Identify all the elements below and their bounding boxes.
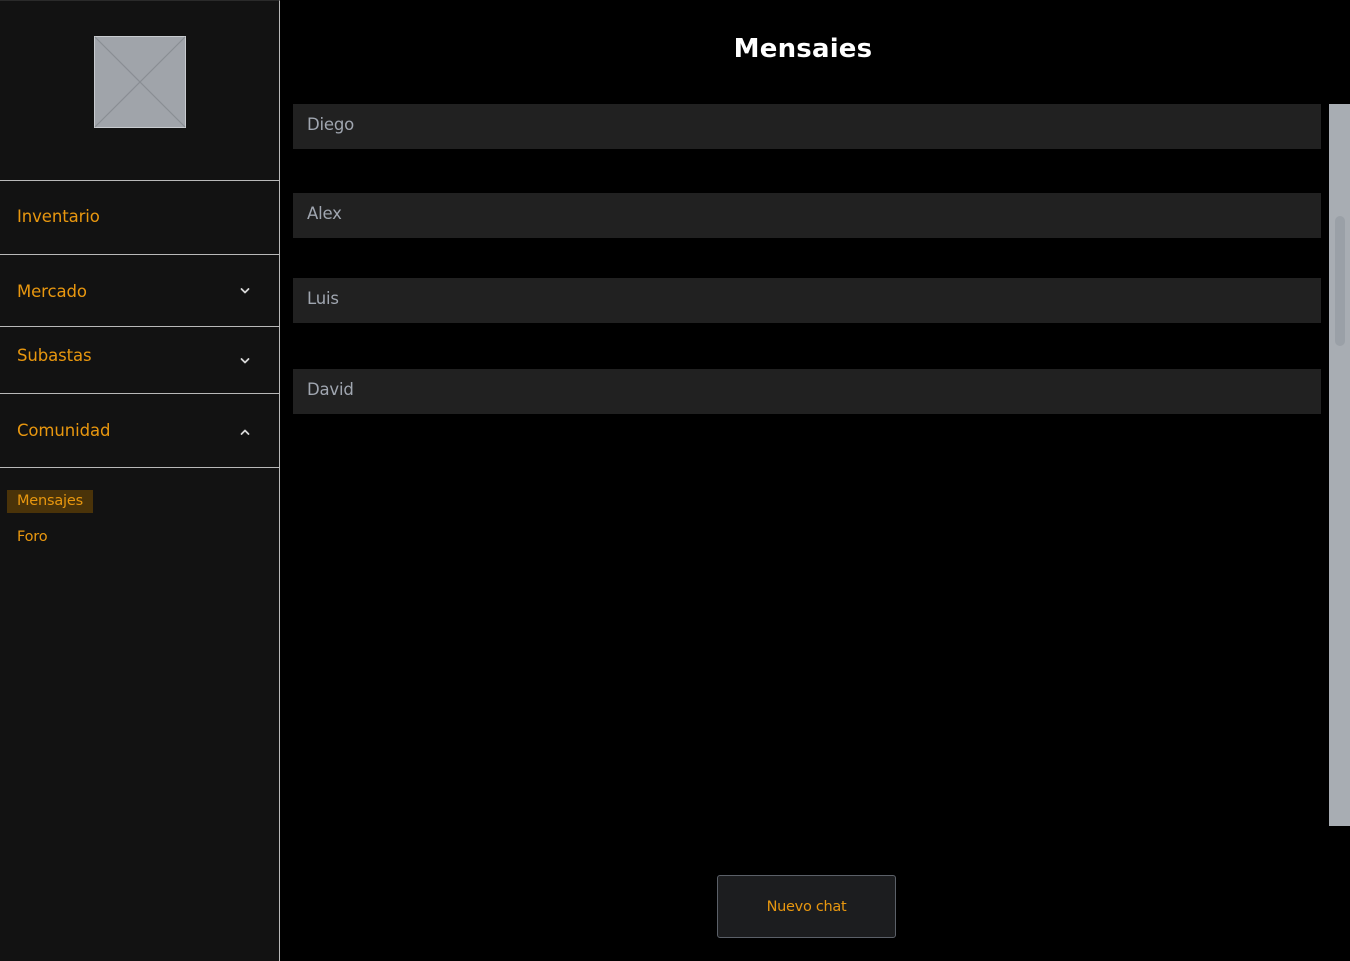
chat-list-item[interactable]: David bbox=[293, 369, 1321, 414]
chevron-up-icon bbox=[240, 429, 250, 435]
new-chat-button[interactable]: Nuevo chat bbox=[717, 875, 896, 938]
chevron-down-icon bbox=[240, 288, 250, 294]
chat-name: Diego bbox=[307, 115, 355, 134]
chevron-down-icon bbox=[240, 358, 250, 364]
app-page: Inventario Mercado Subastas Comunidad Me… bbox=[0, 0, 1350, 961]
sidebar-item-comunidad[interactable]: Comunidad bbox=[0, 393, 279, 467]
chat-name: David bbox=[307, 380, 354, 399]
page-title: Mensaies bbox=[733, 34, 873, 64]
sidebar-item-inventario[interactable]: Inventario bbox=[0, 180, 279, 254]
sidebar-item-label: Subastas bbox=[17, 346, 92, 365]
chat-list-item[interactable]: Luis bbox=[293, 278, 1321, 323]
scrollbar-track[interactable] bbox=[1329, 104, 1350, 826]
chat-list-item[interactable]: Diego bbox=[293, 104, 1321, 149]
sidebar-item-label: Mercado bbox=[17, 282, 87, 301]
scrollbar-thumb[interactable] bbox=[1335, 216, 1345, 346]
sidebar-item-label: Comunidad bbox=[17, 421, 111, 440]
sidebar-item-label: Inventario bbox=[17, 207, 100, 226]
image-placeholder-icon bbox=[94, 36, 186, 128]
sidebar-item-subastas[interactable]: Subastas bbox=[0, 326, 279, 393]
sidebar-item-mercado[interactable]: Mercado bbox=[0, 254, 279, 326]
sidebar-divider bbox=[0, 467, 279, 468]
chat-name: Alex bbox=[307, 204, 342, 223]
sidebar-subitem-foro[interactable]: Foro bbox=[17, 529, 48, 545]
chat-list-item[interactable]: Alex bbox=[293, 193, 1321, 238]
sidebar-subitem-mensajes[interactable]: Mensajes bbox=[7, 490, 93, 513]
sidebar: Inventario Mercado Subastas Comunidad Me… bbox=[0, 0, 280, 961]
chat-name: Luis bbox=[307, 289, 339, 308]
